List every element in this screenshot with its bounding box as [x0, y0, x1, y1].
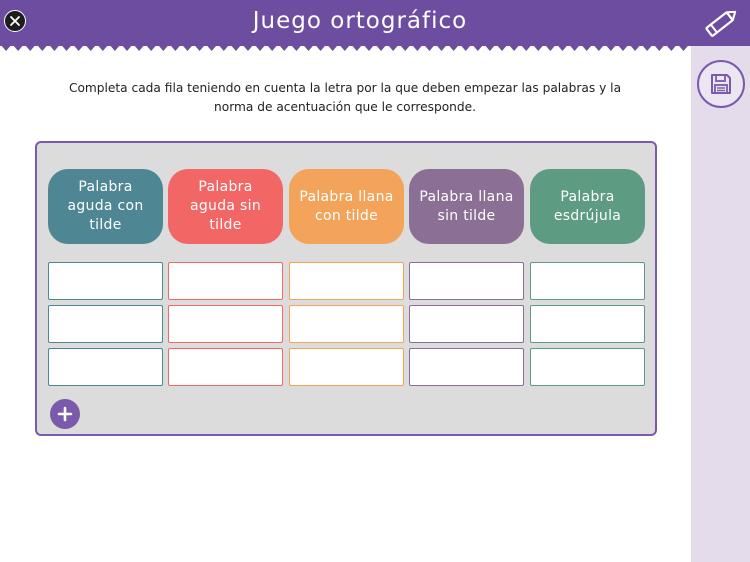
answer-cell[interactable]	[289, 305, 404, 343]
answer-cell[interactable]	[48, 262, 163, 300]
answer-cell[interactable]	[530, 305, 645, 343]
header-zigzag-edge	[0, 44, 750, 51]
plus-icon	[57, 406, 73, 422]
answer-cell[interactable]	[168, 262, 283, 300]
answer-cell[interactable]	[168, 305, 283, 343]
answer-cell[interactable]	[409, 348, 524, 386]
answer-cell[interactable]	[48, 305, 163, 343]
answer-cell[interactable]	[289, 262, 404, 300]
column-header: Palabra llana sin tilde	[409, 169, 524, 244]
word-table: Palabra aguda con tilde Palabra aguda sin…	[35, 141, 657, 436]
column-header: Palabra llana con tilde	[289, 169, 404, 244]
answer-cell[interactable]	[409, 305, 524, 343]
column-header: Palabra aguda con tilde	[48, 169, 163, 244]
answer-cell[interactable]	[409, 262, 524, 300]
add-row-button[interactable]	[50, 399, 80, 429]
column-header: Palabra aguda sin tilde	[168, 169, 283, 244]
answer-cell[interactable]	[48, 348, 163, 386]
page-title: Juego ortográfico	[252, 8, 468, 34]
save-icon	[711, 74, 731, 94]
instructions-text: Completa cada fila teniendo en cuenta la…	[68, 81, 622, 114]
answer-cell[interactable]	[530, 262, 645, 300]
right-sidebar	[691, 46, 750, 562]
save-button[interactable]	[697, 60, 745, 108]
answer-cell[interactable]	[168, 348, 283, 386]
answer-cell[interactable]	[530, 348, 645, 386]
edit-button[interactable]	[702, 6, 740, 40]
column-header: Palabra esdrújula	[530, 169, 645, 244]
pencil-icon	[705, 10, 737, 37]
answer-cell[interactable]	[289, 348, 404, 386]
